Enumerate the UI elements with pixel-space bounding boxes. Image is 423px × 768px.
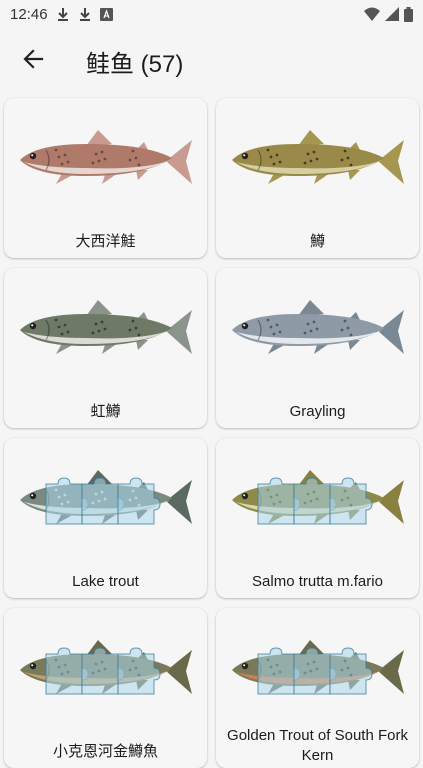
fish-image: [216, 268, 419, 393]
fish-name: 小克恩河金鱒魚: [52, 743, 158, 760]
a-box-icon: [99, 7, 113, 21]
fish-image: [4, 608, 207, 733]
fish-image: [4, 98, 207, 223]
fish-card[interactable]: Golden Trout of South Fork Kern: [216, 608, 419, 768]
status-time: 12:46: [10, 5, 48, 23]
fish-name: Lake trout: [72, 573, 139, 590]
fish-card[interactable]: 鱒: [216, 98, 419, 258]
puzzle-lock-overlay: [45, 646, 161, 694]
puzzle-lock-overlay: [257, 646, 373, 694]
arrow-back-icon: [22, 48, 44, 75]
battery-icon: [404, 6, 413, 22]
download-icon: [78, 7, 92, 21]
puzzle-lock-overlay: [45, 476, 161, 524]
fish-card[interactable]: 小克恩河金鱒魚: [4, 608, 207, 768]
fish-name: 虹鱒: [90, 403, 121, 420]
fish-card[interactable]: 虹鱒: [4, 268, 207, 428]
fish-image: [216, 608, 419, 733]
status-bar: 12:46: [0, 0, 423, 28]
fish-card[interactable]: Lake trout: [4, 438, 207, 598]
status-left: 12:46: [10, 6, 113, 23]
app-bar: 鲑鱼 (57): [0, 28, 423, 94]
puzzle-lock-overlay: [257, 476, 373, 524]
fish-name: 鱒: [309, 233, 325, 250]
wifi-icon: [364, 7, 380, 21]
fish-name: Golden Trout of South Fork Kern: [227, 727, 408, 764]
fish-image: [4, 268, 207, 393]
fish-name: Grayling: [289, 403, 346, 420]
signal-icon: [385, 7, 399, 21]
back-button[interactable]: [18, 46, 48, 76]
fish-card[interactable]: Grayling: [216, 268, 419, 428]
fish-image: [216, 98, 419, 223]
fish-image: [4, 438, 207, 563]
fish-card[interactable]: 大西洋鮭: [4, 98, 207, 258]
fish-card[interactable]: Salmo trutta m.fario: [216, 438, 419, 598]
page-title: 鲑鱼 (57): [86, 50, 184, 78]
fish-name: Salmo trutta m.fario: [252, 573, 383, 590]
status-right: [364, 6, 413, 22]
download-icon: [56, 7, 70, 21]
fish-grid: 大西洋鮭 鱒 虹鱒 Grayling Lake trout Salmo trut…: [4, 98, 419, 768]
fish-name: 大西洋鮭: [75, 233, 136, 250]
fish-image: [216, 438, 419, 563]
